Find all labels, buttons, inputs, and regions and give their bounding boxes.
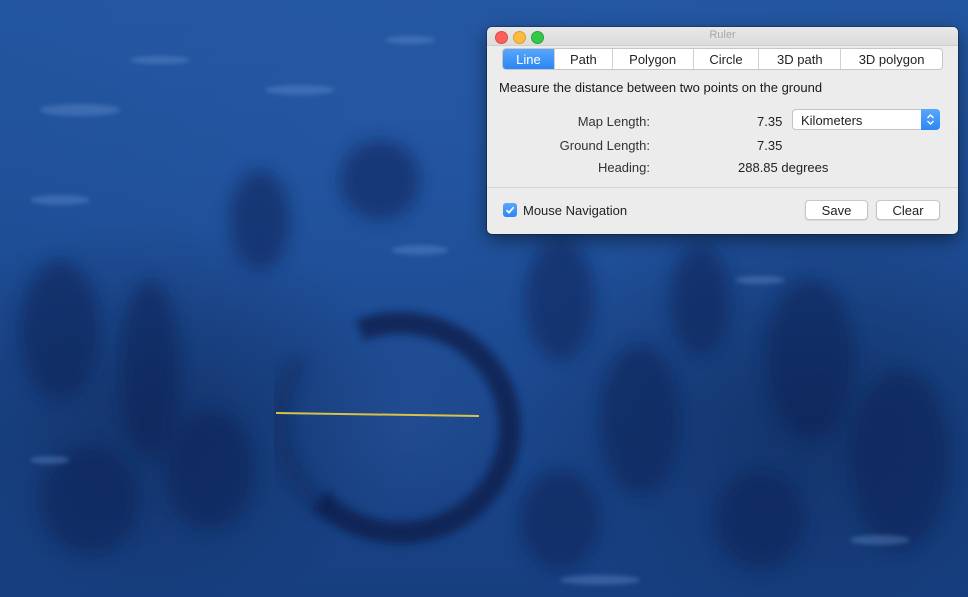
save-button[interactable]: Save [805, 200, 868, 220]
tab-line[interactable]: Line [503, 49, 554, 69]
titlebar[interactable]: Ruler [487, 27, 958, 46]
tab-circle[interactable]: Circle [692, 49, 759, 69]
tab-3d-polygon[interactable]: 3D polygon [840, 49, 942, 69]
checkmark-icon [505, 206, 515, 214]
ruler-window: Ruler Line Path Polygon Circle 3D path 3… [487, 27, 958, 234]
ruler-tabs: Line Path Polygon Circle 3D path 3D poly… [502, 48, 943, 70]
map-length-label: Map Length: [577, 114, 650, 129]
tab-3d-path[interactable]: 3D path [758, 49, 840, 69]
tab-path[interactable]: Path [553, 49, 612, 69]
mouse-navigation-label[interactable]: Mouse Navigation [523, 203, 627, 218]
window-title: Ruler [709, 29, 736, 41]
ground-length-label: Ground Length: [559, 138, 650, 153]
units-select[interactable]: Kilometers [792, 109, 940, 130]
mouse-navigation-checkbox[interactable] [503, 203, 517, 217]
units-select-value: Kilometers [801, 113, 863, 128]
tab-polygon[interactable]: Polygon [611, 49, 693, 69]
heading-label: Heading: [597, 160, 650, 175]
ruler-description: Measure the distance between two points … [499, 80, 823, 95]
updown-arrows-icon [921, 109, 940, 130]
clear-button[interactable]: Clear [876, 200, 940, 220]
heading-value: 288.85 degrees [738, 160, 829, 175]
ground-length-value: 7.35 [757, 138, 783, 153]
divider [487, 187, 958, 188]
map-length-value: 7.35 [757, 114, 783, 129]
